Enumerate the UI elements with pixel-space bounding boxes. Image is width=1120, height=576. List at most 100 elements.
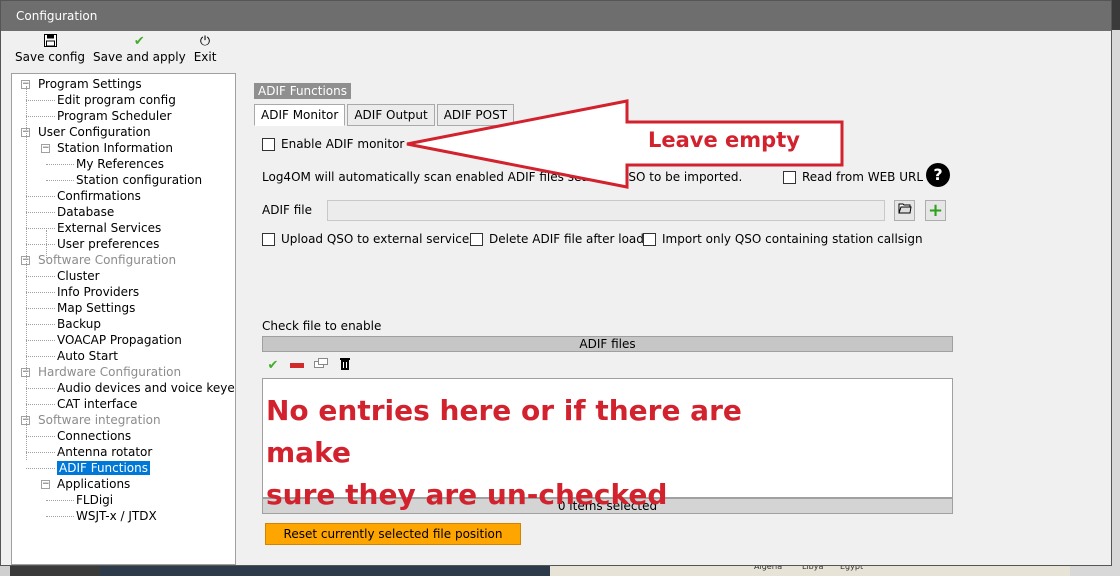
- tree-item[interactable]: Backup: [57, 316, 101, 332]
- save-and-apply-button[interactable]: ✔ Save and apply: [89, 32, 190, 70]
- tree-item[interactable]: Info Providers: [57, 284, 139, 300]
- upload-qso-checkbox[interactable]: Upload QSO to external services: [262, 232, 475, 246]
- tree-item-label: ADIF Functions: [57, 461, 150, 475]
- checkbox-box[interactable]: [262, 137, 275, 151]
- exit-label: Exit: [193, 50, 217, 64]
- trash-icon[interactable]: [337, 357, 353, 374]
- tree-item[interactable]: Auto Start: [57, 348, 118, 364]
- tree-item-label: My References: [76, 157, 164, 171]
- save-config-button[interactable]: Save config: [11, 32, 89, 70]
- tree-item-label: Software integration: [38, 413, 161, 427]
- plus-icon: +: [927, 200, 944, 221]
- tree-item-label: User Configuration: [38, 125, 151, 139]
- checkbox-box[interactable]: [470, 232, 483, 246]
- group-title: ADIF Functions: [254, 83, 351, 99]
- tree-connector: [26, 468, 55, 469]
- import-only-qso-checkbox[interactable]: Import only QSO containing station calls…: [643, 232, 923, 246]
- checkbox-box[interactable]: [262, 232, 275, 246]
- import-only-qso-label: Import only QSO containing station calls…: [662, 232, 923, 246]
- tree-connector: [26, 308, 55, 309]
- tree-item[interactable]: ADIF Functions: [57, 460, 150, 476]
- tree-item[interactable]: Program Scheduler: [57, 108, 172, 124]
- check-icon[interactable]: ✔: [265, 358, 281, 373]
- tree-item[interactable]: VOACAP Propagation: [57, 332, 182, 348]
- settings-tree: Program Settings − Edit program config Prog…: [11, 73, 236, 565]
- tree-item[interactable]: Hardware Configuration: [38, 364, 181, 380]
- tree-connector: [26, 228, 55, 229]
- tree-item[interactable]: Software Configuration: [38, 252, 176, 268]
- tree-connector: [26, 452, 55, 453]
- tree-item[interactable]: Audio devices and voice keyer: [57, 380, 236, 396]
- tree-item-label: Program Settings: [38, 77, 142, 91]
- adif-file-input[interactable]: [327, 200, 885, 221]
- tree-connector: [26, 324, 55, 325]
- tree-item[interactable]: Map Settings: [57, 300, 135, 316]
- add-file-button[interactable]: +: [925, 200, 946, 221]
- tree-connector: [26, 100, 55, 101]
- tree-item[interactable]: Program Settings: [38, 76, 142, 92]
- adif-files-header: ADIF files: [262, 336, 953, 352]
- delete-adif-file-checkbox[interactable]: Delete ADIF file after load: [470, 232, 644, 246]
- tree-item[interactable]: External Services: [57, 220, 161, 236]
- folder-icon: [897, 203, 912, 214]
- tree-item-label: Connections: [57, 429, 132, 443]
- power-icon: ⏻: [199, 34, 211, 49]
- tree-item[interactable]: WSJT-x / JTDX: [76, 508, 157, 524]
- delete-adif-file-label: Delete ADIF file after load: [489, 232, 644, 246]
- tree-item-label: External Services: [57, 221, 162, 235]
- browse-folder-button[interactable]: [894, 200, 915, 221]
- tree-item[interactable]: CAT interface: [57, 396, 137, 412]
- reset-file-position-button[interactable]: Reset currently selected file position: [265, 523, 521, 545]
- tree-item[interactable]: Antenna rotator: [57, 444, 152, 460]
- tree-item[interactable]: User preferences: [57, 236, 159, 252]
- checkmark-icon: ✔: [133, 34, 145, 49]
- tree-item[interactable]: Station configuration: [76, 172, 202, 188]
- collapse-icon[interactable]: −: [41, 480, 50, 489]
- tree-item-label: Applications: [57, 477, 131, 491]
- window-title: Configuration: [1, 1, 1111, 31]
- checkbox-box[interactable]: [643, 232, 656, 246]
- tree-connector: [26, 244, 55, 245]
- tree-item[interactable]: Database: [57, 204, 114, 220]
- copy-icon[interactable]: [313, 357, 329, 373]
- tree-item[interactable]: Cluster: [57, 268, 100, 284]
- tree-item[interactable]: Applications: [57, 476, 130, 492]
- list-note-line-2: sure they are un-checked: [266, 478, 668, 511]
- tree-guide: [46, 230, 47, 260]
- tree-item[interactable]: Station Information: [57, 140, 173, 156]
- exit-button[interactable]: ⏻ Exit: [190, 32, 221, 70]
- tree-item-label: CAT interface: [57, 397, 138, 411]
- leave-empty-annotation: Leave empty: [648, 128, 800, 152]
- tree-item[interactable]: Connections: [57, 428, 131, 444]
- tree-item-label: User preferences: [57, 237, 160, 251]
- tree-connector: [46, 500, 74, 501]
- tree-connector: [26, 276, 55, 277]
- tree-connector: [26, 356, 55, 357]
- tree-item-label: Software Configuration: [38, 253, 177, 267]
- tree-item[interactable]: My References: [76, 156, 164, 172]
- tree-connector: [46, 180, 74, 181]
- floppy-disk-icon: [43, 34, 57, 50]
- tree-item-label: Audio devices and voice keyer: [57, 381, 236, 395]
- tree-connector: [26, 196, 55, 197]
- check-file-label: Check file to enable: [262, 319, 382, 333]
- help-icon[interactable]: ?: [926, 163, 950, 187]
- tree-item[interactable]: Edit program config: [57, 92, 176, 108]
- background-map-light: Algeria Libya Egypt: [550, 562, 1070, 576]
- tree-item-label: Station configuration: [76, 173, 203, 187]
- tree-item-label: FLDigi: [76, 493, 114, 507]
- tab-adif-monitor[interactable]: ADIF Monitor: [254, 104, 346, 126]
- tree-item-label: Confirmations: [57, 189, 141, 203]
- tree-connector: [26, 404, 55, 405]
- tree-item[interactable]: FLDigi: [76, 492, 113, 508]
- tree-item-label: Info Providers: [57, 285, 140, 299]
- tree-item[interactable]: Confirmations: [57, 188, 141, 204]
- enable-adif-monitor-label: Enable ADIF monitor: [281, 137, 405, 151]
- tree-connector: [26, 388, 55, 389]
- tree-item[interactable]: Software integration: [38, 412, 161, 428]
- tree-item-label: Database: [57, 205, 115, 219]
- tree-item[interactable]: User Configuration: [38, 124, 151, 140]
- enable-adif-monitor-checkbox[interactable]: Enable ADIF monitor: [262, 137, 404, 151]
- remove-icon[interactable]: [289, 358, 305, 373]
- collapse-icon[interactable]: −: [41, 144, 50, 153]
